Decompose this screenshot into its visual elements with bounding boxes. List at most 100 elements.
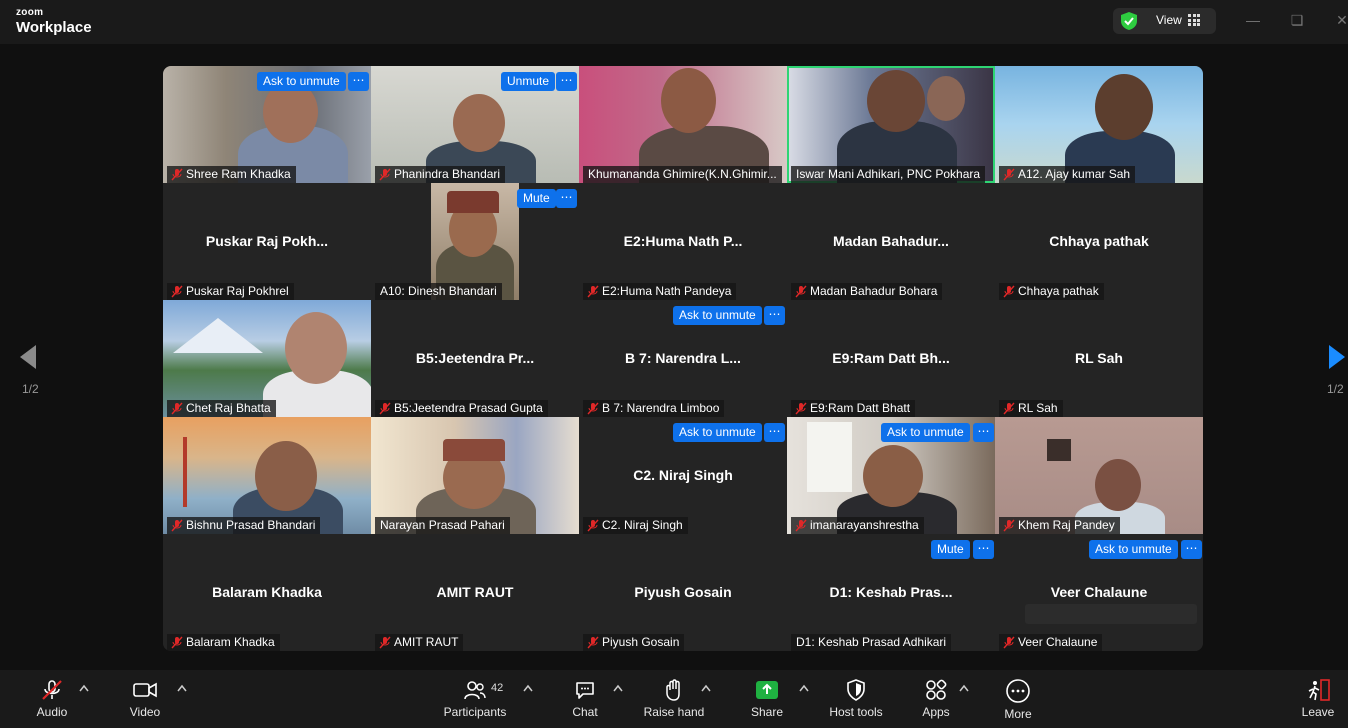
participant-name-label: Balaram Khadka <box>167 634 280 651</box>
muted-mic-icon <box>1003 402 1015 415</box>
video-tile[interactable]: A12. Ajay kumar Sah <box>995 66 1203 183</box>
participants-icon <box>464 681 486 700</box>
participant-name: E2:Huma Nath Pandeya <box>602 284 732 298</box>
muted-mic-icon <box>795 285 807 298</box>
video-tile[interactable]: Puskar Raj Pokh... Puskar Raj Pokhrel <box>163 183 371 300</box>
participant-name-label: Iswar Mani Adhikari, PNC Pokhara <box>791 166 986 183</box>
participants-count: 42 <box>491 682 504 694</box>
audio-button[interactable]: Audio <box>32 678 72 719</box>
more-options-button[interactable]: ⋯ <box>764 306 785 325</box>
apps-icon <box>926 679 947 700</box>
participant-name: C2. Niraj Singh <box>602 518 683 532</box>
share-label: Share <box>750 705 784 719</box>
participant-face <box>1095 459 1141 511</box>
ask-to-unmute-button[interactable]: Ask to unmute <box>1089 540 1178 559</box>
video-tile-active-speaker[interactable]: Iswar Mani Adhikari, PNC Pokhara <box>787 66 995 183</box>
more-options-button[interactable]: ⋯ <box>348 72 369 91</box>
muted-mic-icon <box>171 168 183 181</box>
chevron-up-icon[interactable] <box>799 684 809 692</box>
more-options-button[interactable]: ⋯ <box>973 423 994 442</box>
unmute-button[interactable]: Unmute <box>501 72 556 91</box>
more-icon <box>1006 679 1030 703</box>
ask-to-unmute-button[interactable]: Ask to unmute <box>673 306 762 325</box>
participant-name: RL Sah <box>1018 401 1058 415</box>
chat-icon <box>576 682 594 699</box>
more-options-button[interactable]: ⋯ <box>556 72 577 91</box>
minimize-icon[interactable]: — <box>1243 10 1263 30</box>
participant-display-name: B5:Jeetendra Pr... <box>415 350 535 366</box>
previous-page-icon[interactable] <box>18 343 38 371</box>
chat-button[interactable]: Chat <box>565 678 605 719</box>
participant-name: A12. Ajay kumar Sah <box>1018 167 1131 181</box>
next-page-icon[interactable] <box>1327 343 1347 371</box>
more-button[interactable]: More <box>1000 678 1036 721</box>
host-tools-button[interactable]: Host tools <box>826 678 886 719</box>
apps-button[interactable]: Apps <box>918 678 954 719</box>
video-button[interactable]: Video <box>125 678 165 719</box>
gallery-grid: Ask to unmute ⋯ Shree Ram Khadka Unmute … <box>163 66 1203 651</box>
muted-mic-icon <box>379 402 391 415</box>
video-tile[interactable]: Khumananda Ghimire(K.N.Ghimir... <box>579 66 787 183</box>
video-tile[interactable]: RL Sah RL Sah <box>995 300 1203 417</box>
ask-to-unmute-button[interactable]: Ask to unmute <box>673 423 762 442</box>
video-tile[interactable]: Piyush Gosain Piyush Gosain <box>579 534 787 651</box>
ask-to-unmute-button[interactable]: Ask to unmute <box>257 72 346 91</box>
more-options-button[interactable]: ⋯ <box>1181 540 1202 559</box>
video-tile[interactable]: B5:Jeetendra Pr... B5:Jeetendra Prasad G… <box>371 300 579 417</box>
more-options-button[interactable]: ⋯ <box>973 540 994 559</box>
muted-mic-icon <box>587 285 599 298</box>
muted-mic-icon <box>1003 285 1015 298</box>
mute-button[interactable]: Mute <box>517 189 556 208</box>
video-tile[interactable]: Balaram Khadka Balaram Khadka <box>163 534 371 651</box>
chevron-up-icon[interactable] <box>79 684 89 692</box>
leave-button[interactable]: Leave <box>1300 678 1336 719</box>
share-button[interactable]: Share <box>746 678 788 719</box>
video-tile[interactable]: Chhaya pathak Chhaya pathak <box>995 183 1203 300</box>
more-options-button[interactable]: ⋯ <box>764 423 785 442</box>
view-button[interactable]: View <box>1113 8 1216 34</box>
ask-to-unmute-button[interactable]: Ask to unmute <box>881 423 970 442</box>
chevron-up-icon[interactable] <box>959 684 969 692</box>
muted-mic-icon <box>171 402 183 415</box>
participant-name: Phanindra Bhandari <box>394 167 501 181</box>
participant-name: Chet Raj Bhatta <box>186 401 271 415</box>
brand-small: zoom <box>16 7 44 18</box>
participant-name-label: A10: Dinesh Bhandari <box>375 283 502 300</box>
video-tile[interactable]: Ask to unmute ⋯ Shree Ram Khadka <box>163 66 371 183</box>
muted-mic-icon <box>1003 168 1015 181</box>
video-tile[interactable]: Bishnu Prasad Bhandari <box>163 417 371 534</box>
participant-name: Balaram Khadka <box>186 635 275 649</box>
video-tile[interactable]: Mute ⋯ A10: Dinesh Bhandari <box>371 183 579 300</box>
video-tile[interactable]: Chet Raj Bhatta <box>163 300 371 417</box>
chevron-up-icon[interactable] <box>613 684 623 692</box>
participant-name-label: Shree Ram Khadka <box>167 166 296 183</box>
chevron-up-icon[interactable] <box>177 684 187 692</box>
raise-hand-button[interactable]: Raise hand <box>643 678 705 719</box>
grid-icon <box>1188 14 1200 26</box>
participant-display-name: E9:Ram Datt Bh... <box>832 350 950 366</box>
participant-name: B5:Jeetendra Prasad Gupta <box>394 401 543 415</box>
participant-name-label: B5:Jeetendra Prasad Gupta <box>375 400 548 417</box>
participant-name-label: AMIT RAUT <box>375 634 464 651</box>
video-tile[interactable]: Narayan Prasad Pahari <box>371 417 579 534</box>
maximize-icon[interactable]: ❏ <box>1287 10 1307 30</box>
participant-display-name: Chhaya pathak <box>1049 233 1149 249</box>
participant-name-label: Narayan Prasad Pahari <box>375 517 510 534</box>
participant-name: B 7: Narendra Limboo <box>602 401 720 415</box>
close-icon[interactable]: ✕ <box>1332 10 1348 30</box>
video-tile[interactable]: Unmute ⋯ Phanindra Bhandari <box>371 66 579 183</box>
video-tile[interactable]: E2:Huma Nath P... E2:Huma Nath Pandeya <box>579 183 787 300</box>
video-tile[interactable]: Madan Bahadur... Madan Bahadur Bohara <box>787 183 995 300</box>
participant-name-label: imanarayanshrestha <box>791 517 924 534</box>
mute-button[interactable]: Mute <box>931 540 970 559</box>
video-tile[interactable]: AMIT RAUT AMIT RAUT <box>371 534 579 651</box>
more-options-button[interactable]: ⋯ <box>556 189 577 208</box>
chevron-up-icon[interactable] <box>523 684 533 692</box>
video-tile[interactable]: Khem Raj Pandey <box>995 417 1203 534</box>
raise-hand-icon <box>666 679 680 701</box>
chevron-up-icon[interactable] <box>701 684 711 692</box>
video-tile[interactable]: E9:Ram Datt Bh... E9:Ram Datt Bhatt <box>787 300 995 417</box>
participant-display-name: C2. Niraj Singh <box>633 467 733 483</box>
view-label: View <box>1156 13 1182 27</box>
wall-frame <box>1047 439 1071 461</box>
